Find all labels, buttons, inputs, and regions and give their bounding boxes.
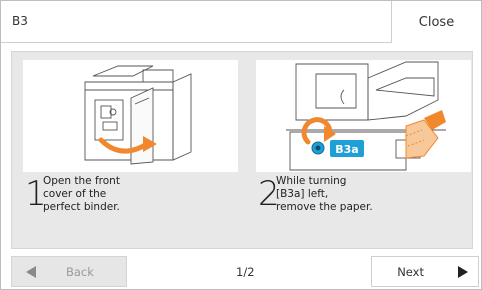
title-bar: B3 Close [1, 1, 481, 43]
navigation-bar: Back 1/2 Next [1, 253, 481, 290]
binder-front-cover-illustration [84, 65, 192, 165]
step-2-text: While turning [B3a] left, remove the pap… [276, 175, 373, 213]
next-button[interactable]: Next [371, 256, 479, 287]
b3a-callout-label: B3a [335, 143, 358, 156]
next-arrow-icon [458, 265, 468, 278]
step-2-illustration: B3a [256, 60, 471, 172]
step-2: 2 While turning [B3a] left, remove the p… [256, 171, 471, 251]
step-1-illustration [23, 60, 238, 172]
next-label: Next [397, 264, 424, 279]
dialog: B3 Close B3a 1 Open the front cover of t… [0, 0, 482, 290]
instruction-panel: B3a 1 Open the front cover of the perfec… [11, 51, 473, 249]
page-indicator: 1/2 [236, 265, 255, 279]
dialog-title: B3 [12, 14, 28, 28]
remove-paper-illustration: B3a [286, 61, 446, 171]
back-arrow-icon [26, 265, 36, 278]
step-1-text: Open the front cover of the perfect bind… [43, 175, 120, 213]
back-button[interactable]: Back [11, 256, 127, 287]
back-label: Back [66, 264, 94, 279]
step-1: 1 Open the front cover of the perfect bi… [23, 171, 243, 251]
close-button[interactable]: Close [391, 1, 481, 43]
